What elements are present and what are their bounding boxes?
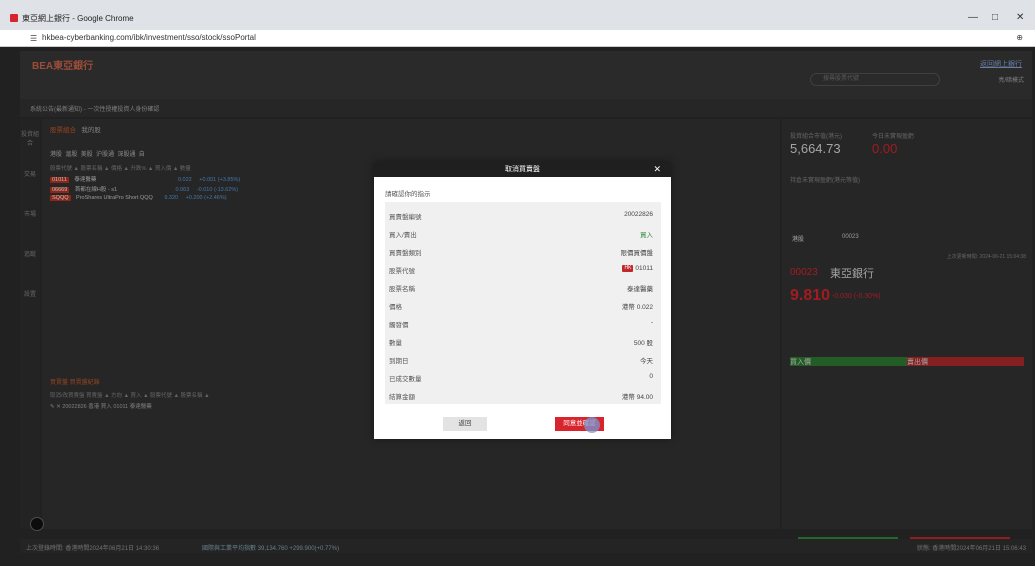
- dialog-prompt: 請確認你的指示: [385, 191, 431, 198]
- detail-label: 股票名稱: [389, 286, 415, 293]
- detail-row: 買賣盤編號 20022826: [385, 206, 661, 224]
- browser-titlebar: 東亞網上銀行 - Google Chrome — □ ✕: [0, 0, 1035, 30]
- detail-row: 買入/賣出 買入: [385, 224, 661, 242]
- detail-label: 買賣盤類別: [389, 250, 422, 257]
- detail-value: 港幣 0.022: [621, 304, 653, 311]
- detail-row: 價格 港幣 0.022: [385, 296, 661, 314]
- cancel-order-dialog: 取消買賣盤 ✕ 請確認你的指示 買賣盤編號 20022826 買入/賣出 買入 …: [374, 162, 671, 439]
- dialog-title: 取消買賣盤: [505, 166, 540, 173]
- detail-value: 20022826: [624, 211, 653, 218]
- detail-value: HK 01011: [622, 265, 653, 272]
- minimize-button[interactable]: —: [968, 12, 978, 23]
- detail-row: 股票名稱 泰達醫藥: [385, 278, 661, 296]
- detail-label: 到期日: [389, 358, 409, 365]
- detail-label: 觸發價: [389, 322, 409, 329]
- zoom-icon[interactable]: ⊕: [1016, 33, 1023, 42]
- detail-row: 觸發價 -: [385, 314, 661, 332]
- detail-row: 已成交數量 0: [385, 368, 661, 386]
- detail-value: 限價買價盤: [620, 250, 654, 257]
- detail-label: 已成交數量: [389, 376, 422, 383]
- order-details: 買賣盤編號 20022826 買入/賣出 買入 買賣盤類別 限價買價盤 股票代號…: [385, 202, 661, 404]
- window-title: 東亞網上銀行 - Google Chrome: [22, 14, 134, 23]
- detail-row: 股票代號 HK 01011: [385, 260, 661, 278]
- dialog-header: 取消買賣盤 ✕: [374, 162, 671, 177]
- detail-stock-code: 01011: [635, 265, 653, 273]
- detail-row: 結算金額 港幣 94.00: [385, 386, 661, 404]
- detail-value: 泰達醫藥: [627, 286, 653, 293]
- close-window-button[interactable]: ✕: [1016, 12, 1024, 23]
- detail-label: 價格: [389, 304, 402, 311]
- detail-row: 到期日 今天: [385, 350, 661, 368]
- detail-label: 買賣盤編號: [389, 214, 422, 221]
- detail-label: 數量: [389, 340, 402, 347]
- detail-value: 500 股: [633, 340, 653, 347]
- detail-value: 0: [649, 373, 653, 380]
- detail-label: 結算金額: [389, 394, 415, 401]
- detail-value: 今天: [640, 358, 653, 365]
- site-info-icon[interactable]: ☰: [30, 34, 37, 43]
- detail-row: 買賣盤類別 限價買價盤: [385, 242, 661, 260]
- mouse-cursor-indicator: [584, 417, 600, 433]
- detail-value: 港幣 94.00: [621, 394, 653, 401]
- address-bar[interactable]: ☰ hkbea-cyberbanking.com/ibk/investment/…: [0, 30, 1035, 47]
- detail-value: 買入: [640, 232, 653, 239]
- detail-label: 買入/賣出: [389, 232, 417, 239]
- detail-row: 數量 500 股: [385, 332, 661, 350]
- detail-value: -: [650, 319, 653, 326]
- back-button[interactable]: 返回: [443, 417, 487, 431]
- app-icon: [10, 14, 18, 22]
- url-text[interactable]: hkbea-cyberbanking.com/ibk/investment/ss…: [42, 33, 256, 42]
- dialog-close-icon[interactable]: ✕: [653, 162, 661, 177]
- maximize-button[interactable]: □: [992, 12, 998, 23]
- detail-label: 股票代號: [389, 268, 415, 275]
- hk-market-tag: HK: [622, 265, 634, 272]
